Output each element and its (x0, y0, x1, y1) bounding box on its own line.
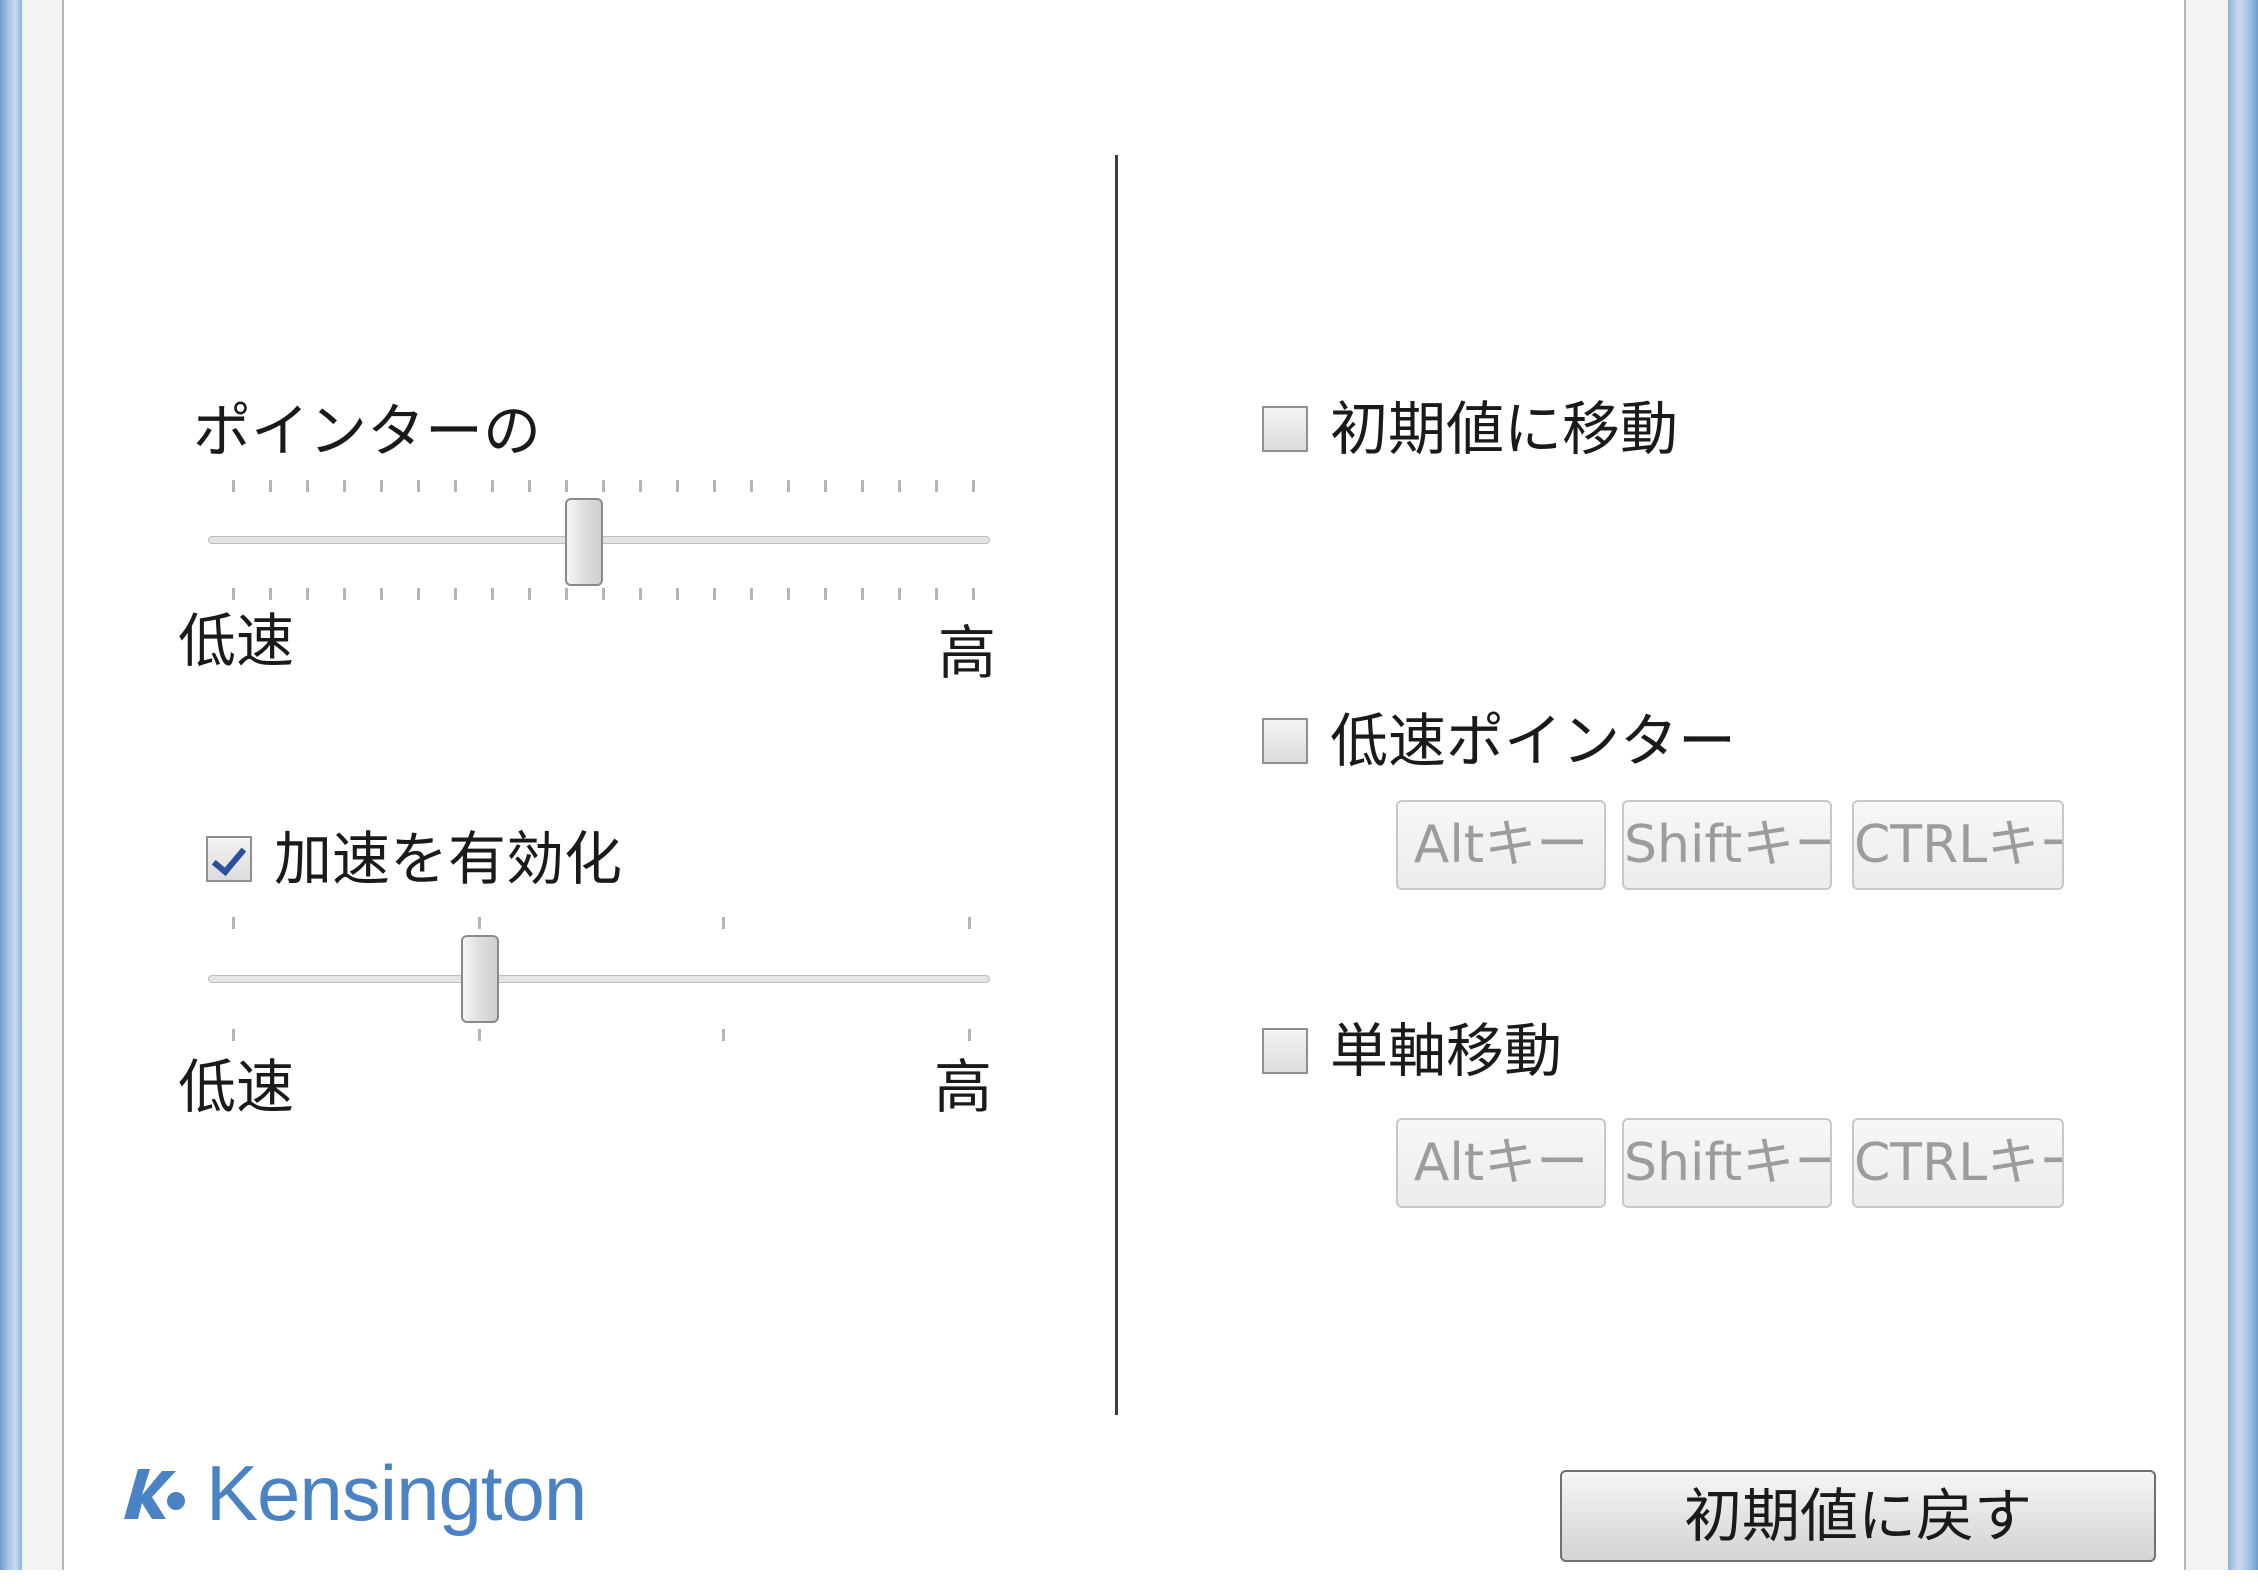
slider-tick (602, 588, 605, 600)
pointer-speed-slider[interactable] (208, 480, 990, 620)
slider-tick (306, 480, 309, 492)
slider-tick (306, 588, 309, 600)
slider-tick (722, 917, 725, 929)
slider-track (208, 975, 990, 983)
window-frame-bottom (0, 1570, 2258, 1584)
slider-tick (343, 588, 346, 600)
acceleration-slider[interactable] (208, 915, 990, 1055)
slider-tick (861, 480, 864, 492)
single-axis-checkbox[interactable] (1262, 1028, 1308, 1074)
single-axis-label: 単軸移動 (1330, 1017, 1563, 1085)
slider-tick (722, 1029, 725, 1041)
slider-tick (750, 588, 753, 600)
reset-defaults-button[interactable]: 初期値に戻す (1560, 1470, 2156, 1562)
acceleration-high-label: 高 (934, 1053, 993, 1121)
slow-pointer-label: 低速ポインター (1330, 707, 1737, 775)
slow-pointer-alt-key-button[interactable]: Altキー (1396, 800, 1606, 890)
slider-tick (968, 1029, 971, 1041)
slider-tick (713, 480, 716, 492)
move-to-default-label: 初期値に移動 (1330, 395, 1679, 463)
single-axis-alt-key-button[interactable]: Altキー (1396, 1118, 1606, 1208)
slider-tick (639, 480, 642, 492)
slider-tick (787, 588, 790, 600)
slider-tick (454, 480, 457, 492)
pointer-speed-low-label: 低速 (178, 607, 295, 675)
pointer-speed-high-label: 高 (938, 619, 997, 687)
single-axis-ctrl-key-button[interactable]: CTRLキー (1852, 1118, 2064, 1208)
slider-tick (528, 480, 531, 492)
slider-tick (898, 588, 901, 600)
acceleration-checkbox[interactable] (206, 836, 252, 882)
slider-tick (232, 1029, 235, 1041)
slider-tick (676, 588, 679, 600)
kensington-logo-icon (124, 1469, 185, 1519)
slider-tick (491, 588, 494, 600)
window-frame-right (2228, 0, 2258, 1570)
slider-tick (232, 588, 235, 600)
slider-tick (676, 480, 679, 492)
slider-tick (343, 480, 346, 492)
slider-tick (454, 588, 457, 600)
slider-tick (972, 588, 975, 600)
slider-tick (528, 588, 531, 600)
slider-tick (565, 588, 568, 600)
window-frame-left (0, 0, 22, 1570)
acceleration-label: 加速を有効化 (274, 825, 623, 893)
slider-tick (787, 480, 790, 492)
slider-tick (417, 480, 420, 492)
slider-tick (478, 1029, 481, 1041)
slider-tick (898, 480, 901, 492)
window-border-right (2184, 0, 2228, 1570)
slider-tick (861, 588, 864, 600)
slider-tick (824, 588, 827, 600)
window-border-left (22, 0, 64, 1570)
slider-tick (639, 588, 642, 600)
slow-pointer-shift-key-button[interactable]: Shiftキー (1622, 800, 1832, 890)
slider-tick (935, 588, 938, 600)
slider-thumb[interactable] (461, 935, 499, 1023)
slow-pointer-checkbox[interactable] (1262, 718, 1308, 764)
slider-tick (232, 480, 235, 492)
slider-tick (824, 480, 827, 492)
slider-tick (269, 588, 272, 600)
slider-thumb[interactable] (565, 498, 603, 586)
pointer-speed-label: ポインターの (193, 397, 542, 465)
kensington-logo: Kensington (116, 1448, 587, 1538)
slider-tick (935, 480, 938, 492)
slider-tick (972, 480, 975, 492)
move-to-default-checkbox[interactable] (1262, 406, 1308, 452)
slider-tick (417, 588, 420, 600)
slider-tick (380, 588, 383, 600)
slider-tick (491, 480, 494, 492)
slider-tick (602, 480, 605, 492)
slow-pointer-ctrl-key-button[interactable]: CTRLキー (1852, 800, 2064, 890)
slider-tick (380, 480, 383, 492)
slider-tick (269, 480, 272, 492)
single-axis-shift-key-button[interactable]: Shiftキー (1622, 1118, 1832, 1208)
acceleration-low-label: 低速 (178, 1053, 295, 1121)
slider-tick (968, 917, 971, 929)
slider-tick (713, 588, 716, 600)
slider-tick (750, 480, 753, 492)
slider-tick (565, 480, 568, 492)
slider-tick (232, 917, 235, 929)
slider-tick (478, 917, 481, 929)
panel-divider (1115, 155, 1118, 1415)
logo-text: Kensington (206, 1448, 587, 1537)
